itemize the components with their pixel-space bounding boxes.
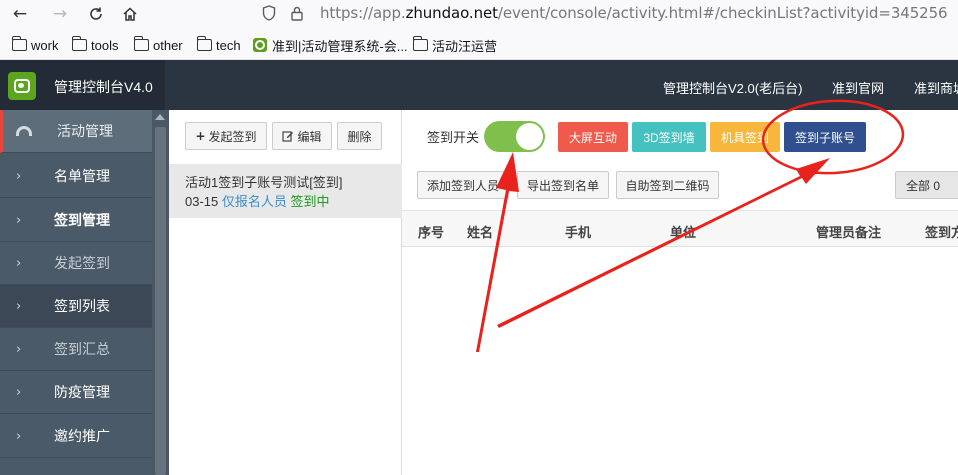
export-checkin-list-button[interactable]: 导出签到名单 <box>517 171 609 199</box>
activity-list-panel: + 发起签到 编辑 删除 活动1签到子账号测试[签到] 03-15 仅报名人员 签… <box>169 110 402 475</box>
activity-list-item[interactable]: 活动1签到子账号测试[签到] 03-15 仅报名人员 签到中 <box>169 164 402 218</box>
sidebar-item-epidemic[interactable]: › 防疫管理 <box>0 371 152 414</box>
checkin-content: 签到开关 大屏互动 3D签到墙 机具签到 签到子账号 添加签到人员 导出签到名单… <box>402 110 958 475</box>
activity-title: 活动1签到子账号测试[签到] <box>185 175 343 190</box>
browser-toolbar: ← → https://app.zhundao.net/event/consol… <box>0 0 958 30</box>
chevron-right-icon: › <box>16 428 22 444</box>
chevron-right-icon: › <box>16 255 22 271</box>
lock-icon[interactable] <box>288 4 306 22</box>
bookmark-folder-operations[interactable]: 活动汪运营 <box>412 35 497 55</box>
sidebar: 活动管理 › 名单管理 › 签到管理 › 发起签到 › 签到列表 › 签到汇总 … <box>0 110 152 475</box>
column-header[interactable]: 单位 <box>670 222 696 241</box>
sidebar-item-new-checkin[interactable]: › 发起签到 <box>0 242 152 285</box>
mall-link[interactable]: 准到商城 <box>914 78 958 97</box>
chevron-right-icon: › <box>16 384 22 400</box>
bookmark-zhundao[interactable]: 准到|活动管理系统-会... <box>253 35 408 55</box>
status-badge: 签到中 <box>290 194 330 209</box>
home-icon[interactable] <box>118 2 142 26</box>
chevron-right-icon: › <box>16 168 22 184</box>
filter-all-button[interactable]: 全部 0 <box>895 171 958 199</box>
sidebar-item-checkin-list[interactable]: › 签到列表 <box>0 285 152 328</box>
old-console-link[interactable]: 管理控制台V2.0(老后台) <box>663 78 802 97</box>
bookmark-folder-tech[interactable]: tech <box>196 35 241 55</box>
sidebar-scrollbar[interactable] <box>152 110 169 475</box>
sidebar-item-checkin-management[interactable]: › 签到管理 <box>0 199 152 242</box>
scroll-thumb[interactable] <box>155 127 166 475</box>
checkin-switch-toggle[interactable] <box>484 121 545 152</box>
column-header[interactable]: 姓名 <box>467 222 493 241</box>
official-site-link[interactable]: 准到官网 <box>832 78 884 97</box>
folder-icon <box>412 36 428 51</box>
self-checkin-qrcode-button[interactable]: 自助签到二维码 <box>616 171 719 199</box>
shield-icon[interactable] <box>260 4 278 22</box>
app-header: 管理控制台V4.0 管理控制台V2.0(老后台) 准到官网 准到商城 <box>0 60 958 110</box>
url-text[interactable]: https://app.zhundao.net/event/console/ac… <box>320 4 948 22</box>
dashboard-icon <box>16 126 32 136</box>
chevron-right-icon: › <box>16 298 22 314</box>
sidebar-item-roster[interactable]: › 名单管理 <box>0 155 152 198</box>
sidebar-item-activity-management[interactable]: 活动管理 <box>0 110 152 153</box>
folder-icon <box>133 36 149 51</box>
toggle-knob <box>516 123 543 150</box>
bookmark-folder-other[interactable]: other <box>133 35 183 55</box>
activity-meta: 03-15 仅报名人员 签到中 <box>185 191 330 210</box>
app-title: 管理控制台V4.0 <box>54 79 153 95</box>
scroll-up-icon[interactable] <box>155 114 165 120</box>
bookmark-folder-work[interactable]: work <box>11 35 58 55</box>
big-screen-button[interactable]: 大屏互动 <box>558 122 628 152</box>
device-checkin-button[interactable]: 机具签到 <box>710 122 780 152</box>
registrant-scope: 仅报名人员 <box>221 194 287 209</box>
edit-button[interactable]: 编辑 <box>272 122 332 150</box>
column-header[interactable]: 签到方式 <box>925 222 958 241</box>
3d-wall-button[interactable]: 3D签到墙 <box>632 122 706 152</box>
column-header[interactable]: 管理员备注 <box>816 222 881 241</box>
back-arrow-icon[interactable]: ← <box>8 2 32 26</box>
zhundao-favicon-icon <box>253 38 267 52</box>
chevron-right-icon: › <box>16 341 22 357</box>
table-header: 序号 姓名 手机 单位 管理员备注 签到方式 <box>402 210 958 247</box>
delete-button[interactable]: 删除 <box>337 122 382 150</box>
checkin-subaccount-button[interactable]: 签到子账号 <box>784 122 866 152</box>
column-header[interactable]: 序号 <box>418 222 444 241</box>
plus-icon: + <box>195 129 206 143</box>
address-bar[interactable]: https://app.zhundao.net/event/console/ac… <box>258 0 958 26</box>
logo-area: 管理控制台V4.0 <box>0 60 165 110</box>
reload-icon[interactable] <box>84 2 108 26</box>
activity-date: 03-15 <box>185 194 219 209</box>
folder-icon <box>71 36 87 51</box>
add-checkin-person-button[interactable]: 添加签到人员 <box>417 171 509 199</box>
sidebar-item-checkin-summary[interactable]: › 签到汇总 <box>0 328 152 371</box>
forward-arrow-icon[interactable]: → <box>48 2 72 26</box>
folder-icon <box>196 36 212 51</box>
sidebar-item-invitation[interactable]: › 邀约推广 <box>0 415 152 458</box>
edit-icon <box>282 131 294 142</box>
new-checkin-button[interactable]: + 发起签到 <box>185 122 267 150</box>
folder-icon <box>11 36 27 51</box>
chevron-right-icon: › <box>16 212 22 228</box>
bookmark-folder-tools[interactable]: tools <box>71 35 118 55</box>
checkin-switch-label: 签到开关 <box>427 130 480 145</box>
bookmarks-bar: work tools other tech 准到|活动管理系统-会... 活动汪… <box>0 30 958 60</box>
column-header[interactable]: 手机 <box>565 222 591 241</box>
logo-icon <box>8 72 36 100</box>
